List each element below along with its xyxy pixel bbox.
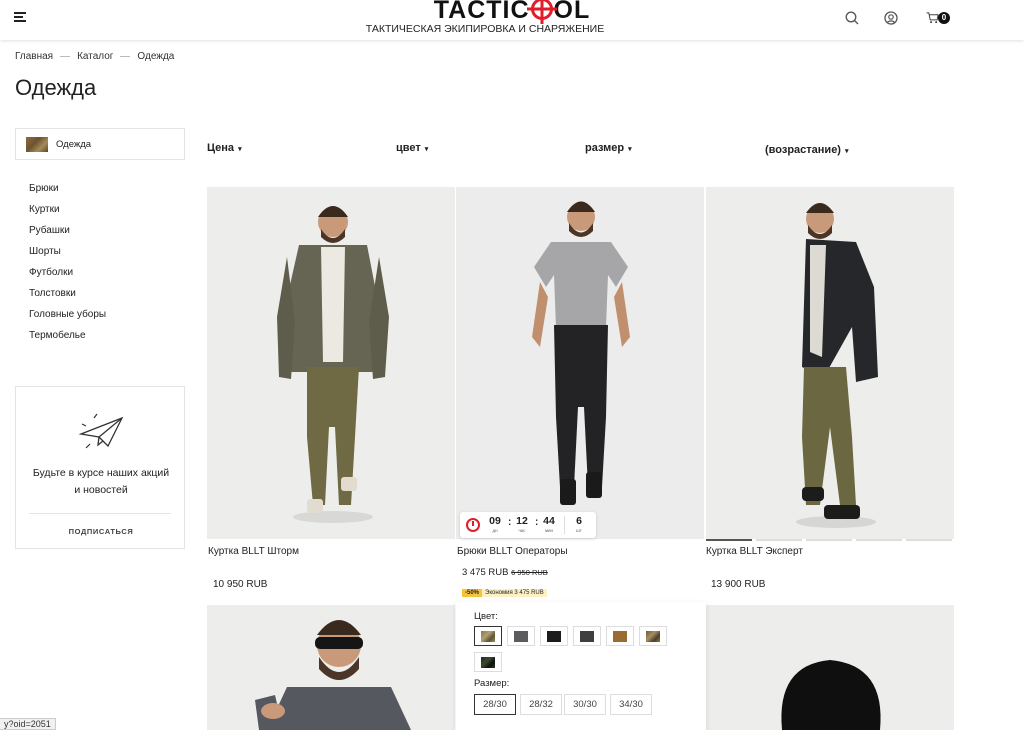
color-swatch-camo[interactable] (474, 626, 502, 646)
color-swatch-black[interactable] (540, 626, 568, 646)
chevron-down-icon: ▾ (628, 146, 632, 153)
size-option-30-30[interactable]: 30/30 (564, 694, 606, 715)
chevron-down-icon: ▾ (424, 146, 429, 153)
chevron-down-icon: ▾ (844, 148, 849, 155)
timer-hours: 12 (516, 515, 528, 527)
size-option-28-32[interactable]: 28/32 (520, 694, 562, 715)
product-price-2-block: 3 475 RUB 6 950 RUB (462, 567, 548, 578)
product-name-3[interactable]: Куртка BLLT Эксперт (706, 546, 803, 557)
site-header: TACTIC OL ТАКТИЧЕСКАЯ ЭКИПИРОВКА И СНАРЯЖ… (0, 0, 1024, 40)
breadcrumb-home[interactable]: Главная (15, 51, 53, 62)
sidebar-item-headwear[interactable]: Головные уборы (29, 304, 106, 325)
size-option-28-30[interactable]: 28/30 (474, 694, 516, 715)
filter-price[interactable]: Цена ▾ (207, 142, 242, 154)
product-photo-jacket-black (706, 187, 954, 539)
breadcrumb: Главная Каталог Одежда (15, 51, 174, 62)
color-swatch-multicam[interactable] (639, 626, 667, 646)
sidebar-item-thermal[interactable]: Термобелье (29, 325, 106, 346)
account-icon[interactable] (883, 10, 899, 26)
savings-badge: Экономия 3 475 RUB (482, 589, 547, 597)
site-logo[interactable]: TACTIC OL (0, 0, 1024, 25)
discount-badge: -50% (462, 589, 483, 597)
cart-button[interactable]: 0 (926, 10, 956, 26)
product-old-price-2: 6 950 RUB (511, 568, 548, 577)
logo-tagline: ТАКТИЧЕСКАЯ ЭКИПИРОВКА И СНАРЯЖЕНИЕ (365, 23, 605, 35)
color-label: Цвет: (474, 611, 498, 622)
category-selector[interactable]: Одежда (15, 128, 185, 160)
page-title: Одежда (15, 75, 97, 100)
size-option-34-30[interactable]: 34/30 (610, 694, 652, 715)
chevron-down-icon: ▾ (238, 146, 242, 153)
color-chip (514, 631, 528, 642)
filter-size-label: размер (585, 142, 625, 154)
subscribe-text: Будьте в курсе наших акций и новостей (16, 465, 186, 499)
subscribe-button[interactable]: ПОДПИСАТЬСЯ (16, 527, 186, 536)
sidebar-item-tshirts[interactable]: Футболки (29, 262, 106, 283)
logo-text-left: TACTIC (433, 0, 530, 24)
product-image-1[interactable] (207, 187, 455, 539)
timer-days-label: дн (492, 528, 498, 533)
size-label: Размер: (474, 678, 510, 689)
product-photo-jacket-gray (207, 605, 455, 730)
countdown-timer: 09 дн : 12 час : 44 мин 6 шт (460, 512, 596, 538)
breadcrumb-current: Одежда (137, 51, 175, 62)
product-photo-beanie (706, 605, 954, 730)
product-image-6[interactable] (706, 605, 954, 730)
sidebar-item-shirts[interactable]: Рубашки (29, 220, 106, 241)
product-image-4[interactable] (207, 605, 455, 730)
filter-color[interactable]: цвет ▾ (396, 142, 428, 154)
filter-size[interactable]: размер ▾ (585, 142, 632, 154)
timer-stock-count: 6 (576, 515, 582, 527)
product-name-2[interactable]: Брюки BLLT Операторы (457, 546, 568, 557)
product-price-2: 3 475 RUB (462, 567, 509, 578)
crosshair-icon (530, 0, 553, 20)
breadcrumb-catalog[interactable]: Каталог (77, 51, 113, 62)
sidebar-item-shorts[interactable]: Шорты (29, 241, 106, 262)
timer-hours-label: час (518, 528, 526, 533)
product-options-panel: Цвет: Размер: 28/30 28/32 30/30 34/30 (456, 602, 706, 730)
category-list: Брюки Куртки Рубашки Шорты Футболки Толс… (29, 178, 106, 346)
product-image-2[interactable] (456, 187, 704, 539)
sort-select[interactable]: (возрастание) ▾ (765, 144, 848, 156)
category-thumbnail (26, 137, 48, 152)
product-price-1: 10 950 RUB (213, 579, 268, 590)
sidebar-item-jackets[interactable]: Куртки (29, 199, 106, 220)
color-chip (613, 631, 627, 642)
color-chip (646, 631, 660, 642)
filter-color-label: цвет (396, 142, 421, 154)
logo-text-right: OL (553, 0, 591, 24)
color-swatch-coyote[interactable] (606, 626, 634, 646)
subscribe-text-line2: и новостей (74, 484, 128, 496)
color-chip (481, 631, 495, 642)
product-image-3[interactable] (706, 187, 954, 539)
search-icon[interactable] (844, 10, 860, 26)
paper-plane-icon (78, 413, 124, 449)
color-swatch-gray[interactable] (507, 626, 535, 646)
color-swatch-dark-gray[interactable] (573, 626, 601, 646)
sidebar-item-hoodies[interactable]: Толстовки (29, 283, 106, 304)
image-slider-indicator (706, 539, 954, 542)
clock-icon (466, 518, 480, 532)
cart-count-badge: 0 (938, 12, 950, 24)
discount-badges: -50% Экономия 3 475 RUB (462, 581, 547, 599)
status-bar-url: y?oid=2051 (0, 718, 56, 730)
product-photo-pants-black (456, 187, 704, 539)
sidebar-item-pants[interactable]: Брюки (29, 178, 106, 199)
product-price-3: 13 900 RUB (711, 579, 766, 590)
filter-price-label: Цена (207, 142, 235, 154)
color-chip (547, 631, 561, 642)
color-chip (481, 657, 495, 668)
timer-minutes: 44 (543, 515, 555, 527)
subscribe-box: Будьте в курсе наших акций и новостей ПОД… (15, 386, 185, 549)
product-photo-jacket-olive (207, 187, 455, 539)
timer-minutes-label: мин (544, 528, 554, 533)
product-name-1[interactable]: Куртка BLLT Шторм (208, 546, 299, 557)
timer-stock-label: шт (576, 528, 582, 533)
subscribe-text-line1: Будьте в курсе наших акций (32, 467, 170, 479)
timer-days: 09 (489, 515, 501, 527)
sort-label: (возрастание) (765, 144, 841, 156)
category-label: Одежда (56, 139, 92, 150)
color-chip (580, 631, 594, 642)
color-swatch-woodland[interactable] (474, 652, 502, 672)
